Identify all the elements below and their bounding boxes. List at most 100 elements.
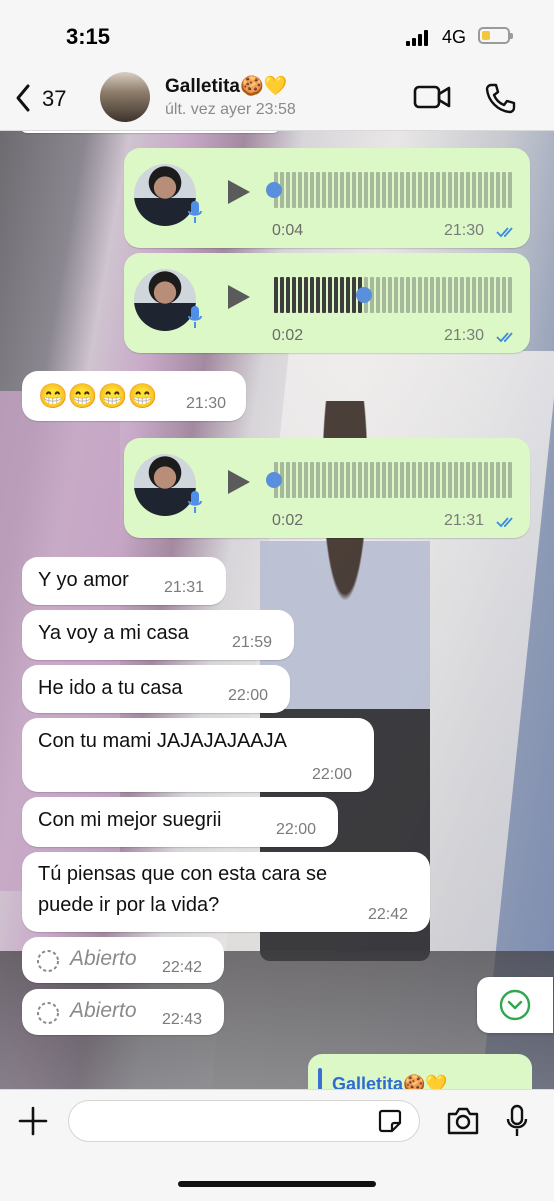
voice-note[interactable]: 0:04 21:30 xyxy=(124,148,530,248)
waveform-bar xyxy=(334,462,338,498)
playback-knob[interactable] xyxy=(266,472,282,488)
incoming-message[interactable]: Con mi mejor suegrii 22:00 xyxy=(22,797,338,847)
waveform-bar xyxy=(292,462,296,498)
contact-avatar[interactable] xyxy=(100,72,150,122)
waveform-bar xyxy=(484,462,488,498)
waveform-bar xyxy=(352,462,356,498)
waveform-bar xyxy=(376,172,380,208)
waveform-bar xyxy=(286,277,290,313)
incoming-message[interactable]: Tú piensas que con esta cara se puede ir… xyxy=(22,852,430,932)
voice-duration: 0:04 xyxy=(272,222,304,239)
waveform-bar xyxy=(430,462,434,498)
waveform-bar xyxy=(316,277,320,313)
incoming-message[interactable]: He ido a tu casa 22:00 xyxy=(22,665,290,713)
waveform[interactable] xyxy=(274,277,512,313)
message-time: 21:59 xyxy=(232,634,273,651)
incoming-message[interactable]: Con tu mami JAJAJAJAAJA 22:00 xyxy=(22,718,374,792)
waveform-bar xyxy=(436,277,440,313)
waveform-bar xyxy=(400,277,404,313)
waveform-bar xyxy=(298,277,302,313)
waveform[interactable] xyxy=(274,462,512,498)
waveform-bar xyxy=(442,172,446,208)
view-once-message[interactable]: Abierto 22:43 xyxy=(22,989,224,1035)
read-ticks-icon xyxy=(496,227,513,238)
microphone-icon[interactable] xyxy=(506,1104,528,1138)
chat-area[interactable]: 0:04 21:30 0:02 21:30 😁😁😁😁 21:30 0:02 21… xyxy=(0,131,554,1089)
waveform-bar xyxy=(358,462,362,498)
waveform-bar xyxy=(490,462,494,498)
voice-duration: 0:02 xyxy=(272,327,304,344)
waveform-bar xyxy=(328,172,332,208)
message-time: 21:31 xyxy=(164,579,205,596)
waveform-bar xyxy=(316,172,320,208)
waveform-bar xyxy=(472,462,476,498)
play-button[interactable] xyxy=(228,470,250,494)
playback-knob[interactable] xyxy=(266,182,282,198)
video-call-icon[interactable] xyxy=(412,82,452,112)
waveform-bar xyxy=(484,277,488,313)
message-time: 22:00 xyxy=(228,687,269,704)
message-time: 21:30 xyxy=(444,222,485,239)
waveform-bar xyxy=(382,462,386,498)
message-text: 😁😁😁😁 xyxy=(38,383,158,410)
waveform-bar xyxy=(394,277,398,313)
chevron-down-icon xyxy=(499,989,531,1021)
waveform-bar xyxy=(400,172,404,208)
plus-icon[interactable] xyxy=(18,1106,48,1136)
waveform-bar xyxy=(460,172,464,208)
unread-count[interactable]: 37 xyxy=(42,86,66,112)
waveform-bar xyxy=(496,462,500,498)
play-button[interactable] xyxy=(228,285,250,309)
network-type: 4G xyxy=(442,27,467,47)
waveform-bar xyxy=(328,277,332,313)
waveform-bar xyxy=(436,172,440,208)
quoted-reply-bubble[interactable]: Galletita🍪💛 xyxy=(308,1054,532,1089)
chat-header: 37 Galletita🍪💛 últ. vez ayer 23:58 xyxy=(0,66,554,131)
waveform-bar xyxy=(478,462,482,498)
waveform-bar xyxy=(472,277,476,313)
view-once-message[interactable]: Abierto 22:42 xyxy=(22,937,224,983)
incoming-message[interactable]: 😁😁😁😁 21:30 xyxy=(22,371,246,421)
incoming-message[interactable]: Y yo amor 21:31 xyxy=(22,557,226,605)
message-input[interactable] xyxy=(68,1100,420,1142)
waveform-bar xyxy=(436,462,440,498)
sticker-icon[interactable] xyxy=(378,1109,402,1133)
waveform-bar xyxy=(310,172,314,208)
view-once-opened-icon xyxy=(37,1002,59,1024)
voice-note[interactable]: 0:02 21:31 xyxy=(124,438,530,538)
waveform-bar xyxy=(310,277,314,313)
play-button[interactable] xyxy=(228,180,250,204)
status-bar: 3:15 4G xyxy=(0,0,554,66)
waveform-bar xyxy=(502,172,506,208)
contact-name[interactable]: Galletita🍪💛 xyxy=(165,74,287,98)
waveform-bar xyxy=(508,462,512,498)
scroll-to-bottom-button[interactable] xyxy=(477,977,553,1033)
waveform-bar xyxy=(442,277,446,313)
waveform-bar xyxy=(340,172,344,208)
waveform-bar xyxy=(292,277,296,313)
incoming-message[interactable]: Ya voy a mi casa 21:59 xyxy=(22,610,294,660)
waveform-bar xyxy=(460,277,464,313)
phone-call-icon[interactable] xyxy=(484,82,516,114)
waveform[interactable] xyxy=(274,172,512,208)
waveform-bar xyxy=(418,172,422,208)
message-text: Y yo amor xyxy=(38,569,129,591)
waveform-bar xyxy=(448,462,452,498)
read-ticks-icon xyxy=(496,332,513,343)
waveform-bar xyxy=(370,172,374,208)
waveform-bar xyxy=(376,462,380,498)
waveform-bar xyxy=(328,462,332,498)
waveform-bar xyxy=(322,462,326,498)
waveform-bar xyxy=(394,172,398,208)
waveform-bar xyxy=(322,277,326,313)
playback-knob[interactable] xyxy=(356,287,372,303)
waveform-bar xyxy=(478,277,482,313)
waveform-bar xyxy=(412,462,416,498)
partial-message xyxy=(20,131,280,133)
message-time: 21:30 xyxy=(186,395,227,412)
waveform-bar xyxy=(454,172,458,208)
camera-icon[interactable] xyxy=(446,1106,480,1136)
waveform-bar xyxy=(394,462,398,498)
voice-note[interactable]: 0:02 21:30 xyxy=(124,253,530,353)
waveform-bar xyxy=(490,172,494,208)
